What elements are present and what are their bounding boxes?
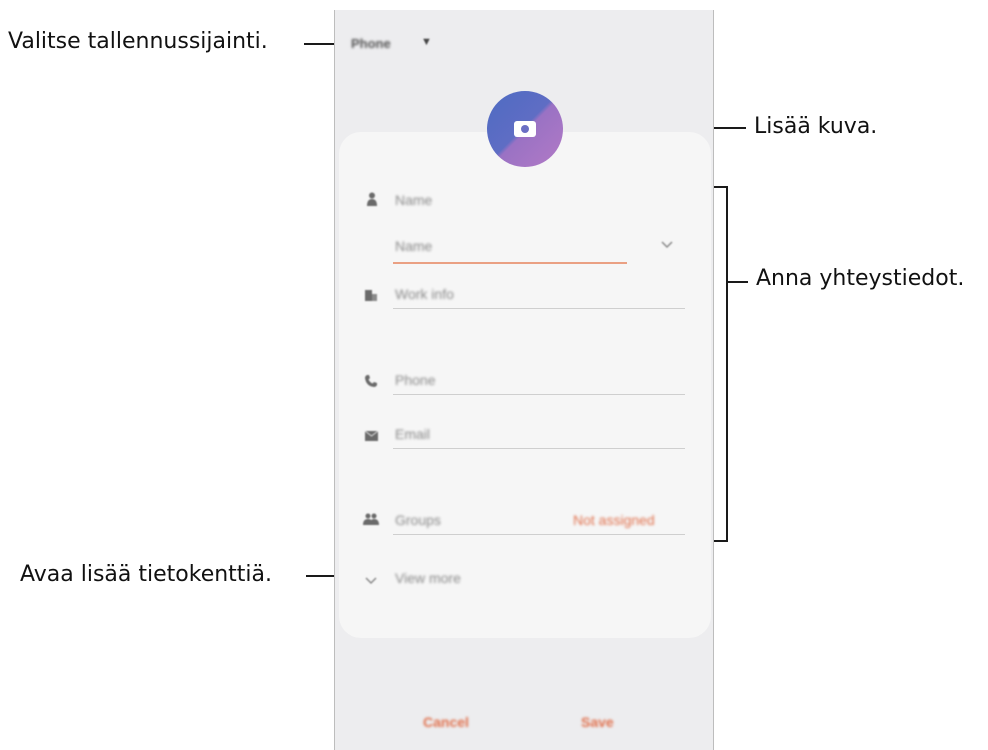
envelope-icon — [364, 428, 379, 444]
annotation-contact-info: Anna yhteystiedot. — [756, 266, 965, 291]
contact-form-card: Name Name Work info Phone Email Groups N… — [339, 132, 711, 638]
view-more-button[interactable]: View more — [395, 570, 461, 586]
email-underline — [393, 448, 685, 449]
work-info-field[interactable]: Work info — [395, 286, 454, 302]
storage-selector[interactable]: Phone — [351, 36, 391, 51]
work-info-underline — [393, 308, 685, 309]
phone-screen: Phone ▼ Name Name Work info Phone Email … — [334, 10, 714, 750]
phone-icon — [365, 374, 377, 390]
chevron-down-icon[interactable] — [661, 236, 673, 252]
person-icon — [367, 192, 377, 209]
email-field[interactable]: Email — [395, 426, 430, 442]
annotation-photo: Lisää kuva. — [754, 114, 878, 139]
add-photo-button[interactable] — [487, 91, 563, 167]
name-header: Name — [395, 192, 433, 208]
chevron-down-icon[interactable] — [365, 572, 377, 588]
camera-icon — [514, 121, 536, 137]
phone-field[interactable]: Phone — [395, 372, 435, 388]
annotation-more-fields: Avaa lisää tietokenttiä. — [20, 562, 273, 587]
name-input[interactable]: Name — [395, 238, 432, 254]
building-icon — [365, 288, 377, 304]
name-input-underline — [393, 262, 627, 264]
cancel-button[interactable]: Cancel — [423, 714, 469, 730]
phone-underline — [393, 394, 685, 395]
groups-field[interactable]: Groups — [395, 512, 441, 528]
bracket-contact-info-vertical — [726, 186, 728, 542]
leader-line-contact-info — [728, 281, 748, 283]
groups-value[interactable]: Not assigned — [573, 512, 655, 528]
groups-underline — [393, 534, 685, 535]
caret-down-icon[interactable]: ▼ — [421, 36, 432, 48]
group-icon — [363, 512, 379, 528]
save-button[interactable]: Save — [581, 714, 614, 730]
annotation-storage: Valitse tallennussijainti. — [8, 29, 268, 54]
